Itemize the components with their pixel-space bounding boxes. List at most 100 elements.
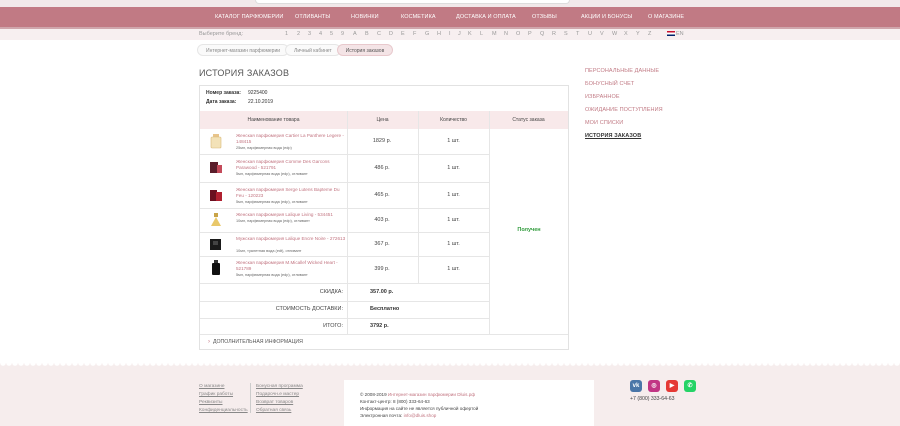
brand-letter[interactable]: S	[564, 29, 568, 40]
table-row: Женская парфюмерия M.Micallef Wicked Hea…	[200, 257, 489, 283]
sidebar-item-waitlist[interactable]: ОЖИДАНИЕ ПОСТУПЛЕНИЯ	[585, 107, 663, 113]
footer-link[interactable]: О магазине	[199, 384, 224, 389]
product-link[interactable]: Женская парфюмерия M.Micallef Wicked Hea…	[236, 260, 346, 272]
brand-letter[interactable]: D	[389, 29, 393, 40]
brand-letter[interactable]: R	[552, 29, 556, 40]
sidebar-item-orders[interactable]: ИСТОРИЯ ЗАКАЗОВ	[585, 133, 641, 139]
product-link[interactable]: Женская парфюмерия Serge Lutens Bapteme …	[236, 187, 346, 199]
sidebar-item-personal[interactable]: ПЕРСОНАЛЬНЫЕ ДАННЫЕ	[585, 68, 659, 74]
footer-link[interactable]: Реквизиты	[199, 400, 223, 405]
footer-phone[interactable]: +7 (800) 333-64-63	[630, 396, 675, 402]
product-image[interactable]	[209, 212, 223, 228]
footer-link[interactable]: Конфиденциальность	[199, 408, 248, 413]
brand-letter[interactable]: 5	[330, 29, 333, 40]
product-link[interactable]: Женская парфюмерия Lalique Living - 5344…	[236, 212, 346, 218]
footer-link[interactable]: График работы	[199, 392, 233, 397]
order-number: 9225400	[248, 90, 268, 96]
nav-catalog[interactable]: КАТАЛОГ ПАРФЮМЕРИИ	[215, 7, 283, 27]
divider	[200, 283, 489, 284]
brand-letter[interactable]: E	[401, 29, 405, 40]
footer-link[interactable]: Обратная связь	[256, 408, 291, 413]
total-label: ИТОГО:	[323, 323, 343, 329]
sidebar-item-lists[interactable]: МОИ СПИСКИ	[585, 120, 623, 126]
brand-letter[interactable]: X	[624, 29, 628, 40]
brand-letter[interactable]: P	[528, 29, 532, 40]
breadcrumb-home[interactable]: Интернет-магазин парфюмерии	[197, 44, 290, 56]
more-info-toggle[interactable]: › ДОПОЛНИТЕЛЬНАЯ ИНФОРМАЦИЯ	[208, 339, 303, 345]
nav-new[interactable]: НОВИНКИ	[351, 7, 379, 27]
table-row: Женская парфюмерия Comme Des Garcons Par…	[200, 155, 489, 182]
brand-letter[interactable]: W	[612, 29, 617, 40]
vk-icon[interactable]: vk	[630, 380, 642, 392]
brand-letter[interactable]: Z	[648, 29, 651, 40]
product-desc: 10мл, парфюмерная вода (edp), отливант	[236, 219, 310, 223]
chevron-right-icon: ›	[208, 339, 210, 345]
brand-letter[interactable]: C	[377, 29, 381, 40]
table-row: Мужская парфюмерия Lalique Encre Noire -…	[200, 233, 489, 256]
brand-letter[interactable]: J	[458, 29, 461, 40]
instagram-icon[interactable]: ◎	[648, 380, 660, 392]
brand-letter[interactable]: K	[468, 29, 472, 40]
delivery-label: СТОИМОСТЬ ДОСТАВКИ:	[275, 306, 343, 312]
brand-letter[interactable]: 1	[285, 29, 288, 40]
footer-link[interactable]: Бонусная программа	[256, 384, 303, 389]
disclaimer: Информация на сайте не является публично…	[360, 406, 479, 411]
brand-letter[interactable]: A	[353, 29, 357, 40]
brand-letter[interactable]: O	[516, 29, 520, 40]
brand-letter[interactable]: 2	[297, 29, 300, 40]
email-link[interactable]: info@dluis.shop	[404, 413, 437, 418]
brand-letter[interactable]: Y	[636, 29, 640, 40]
brand-letter[interactable]: N	[504, 29, 508, 40]
order-date-label: Дата заказа:	[206, 99, 237, 105]
brand-letter[interactable]: L	[480, 29, 483, 40]
brand-letter[interactable]: U	[588, 29, 592, 40]
brand-letter[interactable]: Q	[540, 29, 544, 40]
product-image[interactable]	[209, 236, 223, 252]
nav-cosmetics[interactable]: КОСМЕТИКА	[401, 7, 436, 27]
brand-letter[interactable]: 3	[308, 29, 311, 40]
product-image[interactable]	[209, 159, 223, 175]
language-label: EN	[676, 31, 684, 37]
email-row: Электронная почта: info@dluis.shop	[360, 413, 436, 418]
brand-letter[interactable]: G	[425, 29, 429, 40]
brand-letter[interactable]: V	[600, 29, 604, 40]
product-desc: 10мл, туалетная вода (edt), отливант	[236, 249, 302, 253]
email-label: Электронная почта:	[360, 413, 403, 418]
brand-letter[interactable]: F	[413, 29, 416, 40]
brand-letter[interactable]: B	[365, 29, 369, 40]
copyright: © 2008-2019 Интернет-магазин парфюмерии …	[360, 392, 475, 397]
product-image[interactable]	[209, 260, 223, 276]
nav-delivery[interactable]: ДОСТАВКА И ОПЛАТА	[456, 7, 516, 27]
product-image[interactable]	[209, 133, 223, 149]
divider	[200, 318, 489, 319]
youtube-icon[interactable]: ▶	[666, 380, 678, 392]
col-price: Цена	[376, 117, 389, 123]
nav-decants[interactable]: ОТЛИВАНТЫ	[295, 7, 330, 27]
footer-link[interactable]: Подарочн.е мастер	[256, 392, 299, 397]
copyright-link[interactable]: Интернет-магазин парфюмерии Dluis.рф	[388, 392, 475, 397]
product-link[interactable]: Мужская парфюмерия Lalique Encre Noire -…	[236, 236, 346, 242]
product-link[interactable]: Женская парфюмерия Cartier La Panthere L…	[236, 133, 346, 145]
brand-letter[interactable]: T	[576, 29, 579, 40]
product-price: 403 р.	[374, 217, 390, 223]
sidebar-item-bonus[interactable]: БОНУСНЫЙ СЧЕТ	[585, 81, 634, 87]
brand-letter[interactable]: 4	[319, 29, 322, 40]
brand-letter[interactable]: I	[449, 29, 451, 40]
product-image[interactable]	[209, 187, 223, 203]
brand-letter[interactable]: H	[437, 29, 441, 40]
product-desc: 5мл, парфюмерная вода (edp), отливант	[236, 172, 308, 176]
nav-reviews[interactable]: ОТЗЫВЫ	[532, 7, 557, 27]
brand-letter[interactable]: M	[492, 29, 497, 40]
sidebar-item-favorites[interactable]: ИЗБРАННОЕ	[585, 94, 620, 100]
search-bar[interactable]	[255, 0, 570, 4]
product-link[interactable]: Женская парфюмерия Comme Des Garcons Par…	[236, 159, 346, 171]
nav-promotions[interactable]: АКЦИИ И БОНУСЫ	[581, 7, 632, 27]
breadcrumb-account[interactable]: Личный кабинет	[285, 44, 341, 56]
footer-link[interactable]: Возврат товаров	[256, 400, 293, 405]
whatsapp-icon[interactable]: ✆	[684, 380, 696, 392]
nav-about[interactable]: О МАГАЗИНЕ	[648, 7, 684, 27]
language-switch[interactable]: EN	[667, 29, 684, 40]
col-product: Наименование товара	[247, 117, 300, 123]
product-desc: 5мл, парфюмерная вода (edp), отливант	[236, 273, 308, 277]
brand-letter[interactable]: 9	[341, 29, 344, 40]
